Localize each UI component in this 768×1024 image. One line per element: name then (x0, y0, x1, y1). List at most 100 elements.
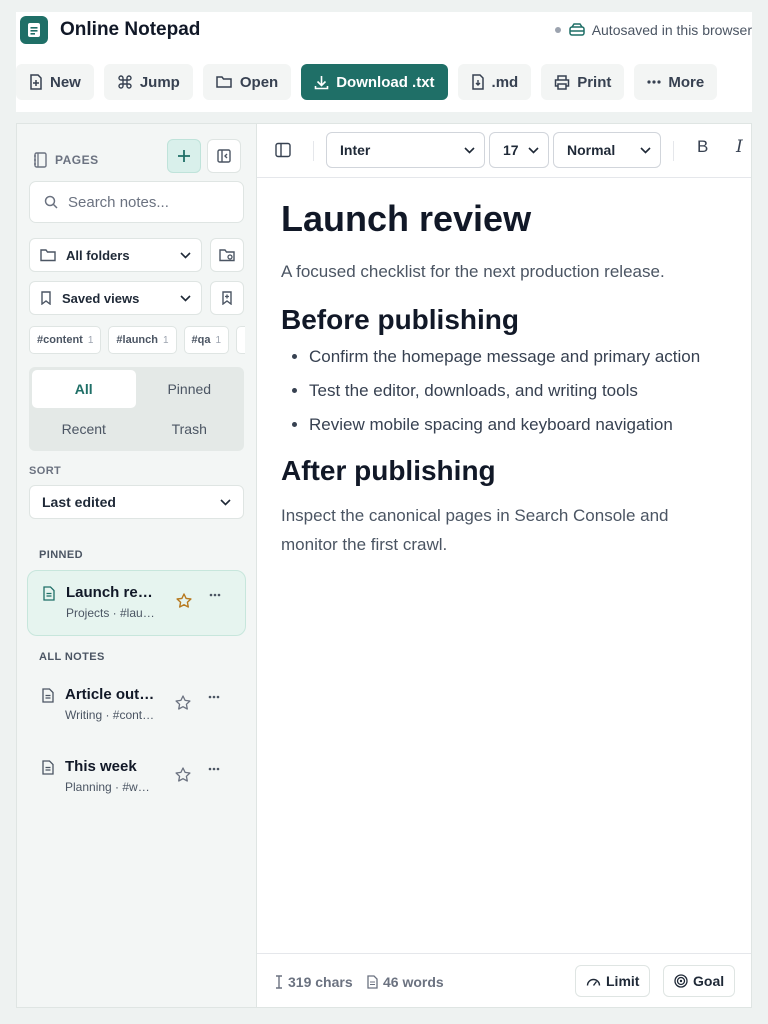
filter-trash[interactable]: Trash (138, 410, 242, 448)
printer-icon (554, 74, 570, 90)
star-outline-icon[interactable] (175, 767, 191, 782)
download-md-label: .md (491, 73, 519, 91)
pinned-section-label: PINNED (39, 549, 83, 561)
brand: Online Notepad (20, 16, 200, 44)
pages-label: PAGES (55, 153, 99, 167)
font-size-value: 17 (503, 142, 519, 158)
font-family-value: Inter (340, 142, 371, 158)
add-page-button[interactable] (167, 139, 201, 173)
command-icon (118, 75, 132, 89)
tag-count: 1 (215, 334, 222, 346)
more-button-label: More (668, 73, 705, 91)
filter-all[interactable]: All (32, 370, 136, 408)
saved-views-select[interactable]: Saved views (29, 281, 202, 315)
folder-select[interactable]: All folders (29, 238, 202, 272)
notepad-logo-icon (20, 16, 48, 44)
collapse-sidebar-button[interactable] (207, 139, 241, 173)
editor-pane: Inter 17 Normal B I Launch review A focu… (257, 124, 751, 1007)
document-icon (42, 688, 54, 703)
plus-icon (178, 150, 190, 162)
chevron-down-icon (464, 146, 475, 154)
filter-pinned[interactable]: Pinned (138, 370, 242, 408)
download-md-button[interactable]: .md (457, 64, 532, 100)
print-button[interactable]: Print (541, 64, 625, 100)
doc-paragraph: Inspect the canonical pages in Search Co… (281, 506, 669, 554)
chevron-down-icon (220, 498, 231, 506)
chevron-down-icon (180, 251, 191, 259)
checklist-item: Confirm the homepage message and primary… (309, 345, 741, 369)
note-item-this-week[interactable]: This week Planning · #week (27, 745, 246, 811)
toolbar-divider (673, 141, 674, 161)
save-view-button[interactable] (210, 281, 244, 315)
bookmark-icon (41, 291, 51, 305)
status-dot-icon (554, 27, 561, 33)
note-item-launch-review[interactable]: Launch review Projects · #launch (27, 570, 246, 636)
more-button[interactable]: More (634, 64, 718, 100)
tag-count: 1 (87, 334, 94, 346)
gauge-icon (586, 978, 601, 986)
document-icon (367, 975, 378, 989)
filter-recent[interactable]: Recent (32, 410, 136, 448)
note-meta: Planning · #week (65, 780, 155, 794)
char-count: 319 chars (275, 974, 353, 990)
drive-icon (568, 23, 585, 37)
folder-icon (40, 249, 56, 262)
document-icon (42, 760, 54, 775)
sidebar-toggle-icon[interactable] (275, 142, 291, 158)
jump-button-label: Jump (139, 73, 180, 91)
folder-select-value: All folders (66, 247, 130, 263)
more-options-icon[interactable] (209, 593, 221, 597)
print-button-label: Print (577, 73, 612, 91)
document-content[interactable]: Launch review A focused checklist for th… (281, 198, 741, 559)
tag-chip-overflow[interactable] (236, 326, 245, 354)
tag-name: #qa (191, 334, 211, 346)
folder-open-icon (216, 76, 232, 88)
tag-chip[interactable]: #launch 1 (108, 326, 177, 354)
star-outline-icon[interactable] (175, 695, 191, 710)
checklist-item: Test the editor, downloads, and writing … (309, 379, 741, 403)
search-input[interactable] (68, 193, 228, 211)
note-item-article-outline[interactable]: Article outline Writing · #content (27, 673, 246, 739)
block-style-value: Normal (567, 142, 616, 158)
open-button[interactable]: Open (202, 64, 292, 100)
limit-button[interactable]: Limit (575, 965, 651, 997)
bold-button[interactable]: B (697, 137, 708, 157)
doc-heading-before: Before publishing (281, 304, 519, 335)
folder-settings-icon (219, 249, 235, 262)
font-family-select[interactable]: Inter (326, 132, 485, 168)
more-options-icon[interactable] (208, 695, 220, 699)
doc-subtitle: A focused checklist for the next product… (281, 262, 665, 281)
download-icon (314, 75, 329, 89)
jump-button[interactable]: Jump (103, 64, 193, 100)
target-icon (674, 974, 688, 988)
new-folder-button[interactable] (210, 238, 244, 272)
goal-button[interactable]: Goal (663, 965, 736, 997)
word-count: 46 words (367, 974, 444, 990)
tag-chip[interactable]: #content 1 (29, 326, 102, 354)
search-icon (44, 195, 58, 209)
chevron-down-icon (528, 146, 539, 154)
download-txt-button[interactable]: Download .txt (301, 64, 448, 100)
char-count-text: 319 chars (288, 974, 353, 990)
notebook-icon (34, 152, 47, 168)
chevron-down-icon (640, 146, 651, 154)
more-options-icon[interactable] (208, 767, 220, 771)
block-style-select[interactable]: Normal (553, 132, 661, 168)
tag-chip[interactable]: #qa 1 (183, 326, 230, 354)
sort-select-value: Last edited (42, 494, 116, 510)
sort-select[interactable]: Last edited (29, 485, 244, 519)
italic-button[interactable]: I (736, 137, 743, 157)
folder-row: All folders (29, 238, 245, 272)
font-size-select[interactable]: 17 (489, 132, 549, 168)
sidebar: PAGES All folders Saved views (17, 124, 257, 1007)
status-bar: 319 chars 46 words Limit Goal (257, 953, 751, 1007)
sort-label: SORT (29, 465, 62, 477)
word-count-text: 46 words (383, 974, 444, 990)
app-header: Online Notepad Autosaved in this browser… (16, 12, 752, 112)
open-button-label: Open (239, 73, 279, 91)
star-filled-icon[interactable] (176, 593, 192, 608)
new-button[interactable]: New (16, 64, 94, 100)
text-cursor-icon (276, 975, 282, 989)
chevron-down-icon (180, 294, 191, 302)
note-title: This week (65, 758, 137, 775)
